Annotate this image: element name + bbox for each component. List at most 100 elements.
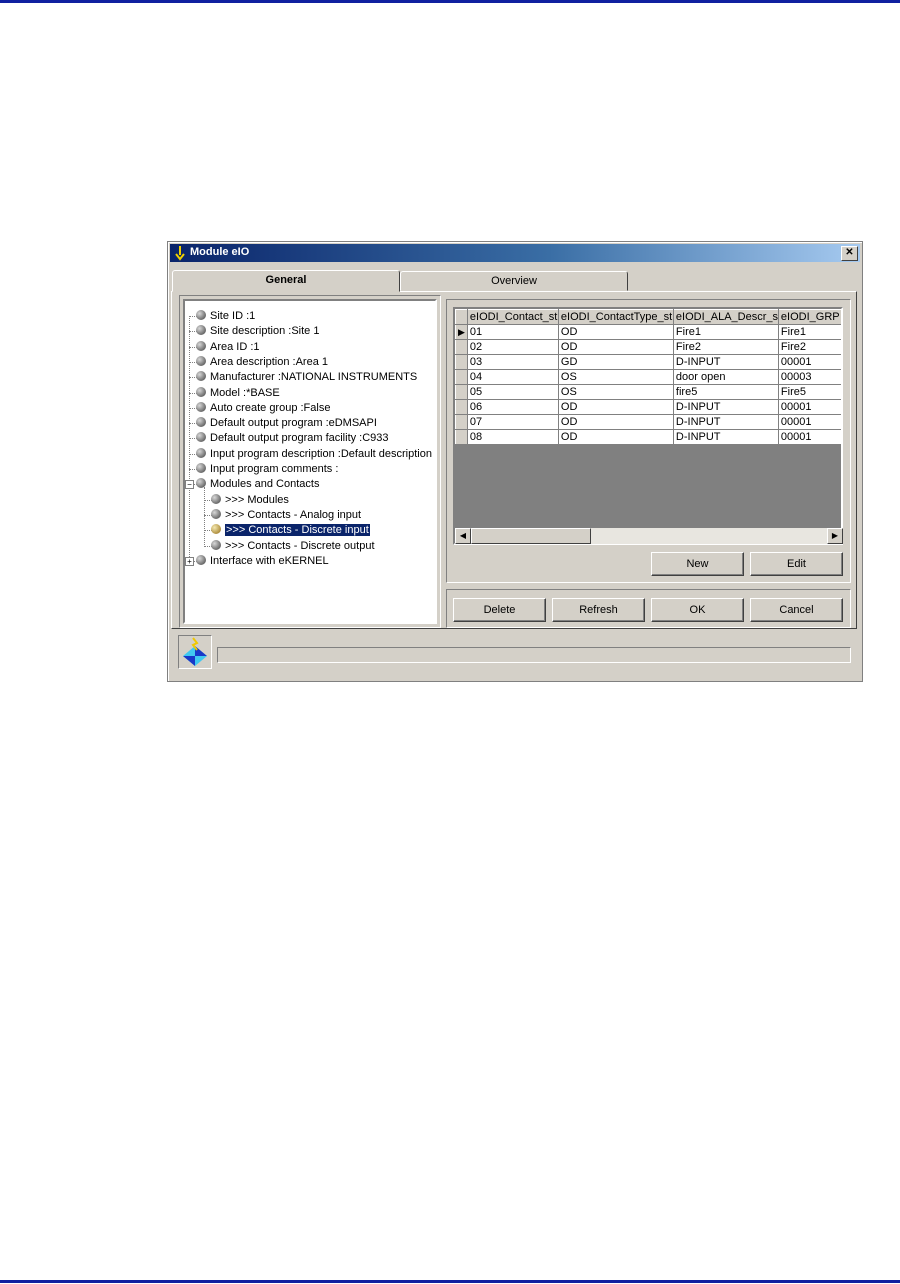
- node-bullet-icon: [196, 447, 206, 458]
- tab-general[interactable]: General: [172, 270, 400, 292]
- table-cell[interactable]: 01: [466, 324, 559, 340]
- table-row[interactable]: 07 OD D-INPUT 00001: [455, 414, 841, 430]
- tree-item[interactable]: Manufacturer :NATIONAL INSTRUMENTS: [196, 370, 417, 385]
- tab-overview[interactable]: Overview: [400, 271, 628, 291]
- table-cell[interactable]: OD: [557, 339, 674, 355]
- table-cell[interactable]: D-INPUT: [672, 414, 779, 430]
- current-row-indicator-icon[interactable]: ▶: [455, 324, 468, 340]
- tree-item[interactable]: Area description :Area 1: [196, 355, 328, 370]
- table-row[interactable]: ▶ 01 OD Fire1 Fire1: [455, 324, 841, 340]
- table-cell[interactable]: Fire2: [672, 339, 779, 355]
- collapse-icon[interactable]: −: [185, 480, 194, 490]
- tree-item[interactable]: Auto create group :False: [196, 401, 330, 416]
- node-bullet-icon: [196, 478, 206, 489]
- table-cell[interactable]: Fire2: [777, 339, 841, 355]
- table-cell[interactable]: OS: [557, 384, 674, 400]
- row-selector[interactable]: [455, 399, 468, 415]
- table-cell[interactable]: 00001: [777, 414, 841, 430]
- table-cell[interactable]: Fire5: [777, 384, 841, 400]
- table-row[interactable]: 04 OS door open 00003: [455, 369, 841, 385]
- table-cell[interactable]: 02: [466, 339, 559, 355]
- table-cell[interactable]: Fire1: [672, 324, 779, 340]
- tree-item[interactable]: Default output program :eDMSAPI: [196, 416, 377, 431]
- contacts-grid[interactable]: eIODI_Contact_str eIODI_ContactType_str …: [453, 307, 843, 545]
- table-cell[interactable]: 05: [466, 384, 559, 400]
- cancel-button[interactable]: Cancel: [750, 598, 843, 622]
- table-cell[interactable]: D-INPUT: [672, 354, 779, 370]
- tree-item[interactable]: >>> Contacts - Analog input: [211, 508, 361, 523]
- table-cell[interactable]: 08: [466, 429, 559, 445]
- column-header-grp[interactable]: eIODI_GRP: [777, 309, 841, 325]
- table-cell[interactable]: D-INPUT: [672, 399, 779, 415]
- row-selector[interactable]: [455, 429, 468, 445]
- tree-item-label: >>> Contacts - Analog input: [225, 508, 362, 521]
- tree-item-label: Area ID :1: [210, 340, 260, 353]
- row-selector[interactable]: [455, 384, 468, 400]
- table-cell[interactable]: 00001: [777, 399, 841, 415]
- grid-horizontal-scrollbar[interactable]: ◀ ▶: [455, 528, 843, 544]
- tree-item[interactable]: Modules and Contacts: [196, 477, 319, 492]
- settings-tree[interactable]: Site ID :1 Site description :Site 1 Area I…: [183, 299, 437, 624]
- table-cell[interactable]: 00001: [777, 429, 841, 445]
- tree-item[interactable]: Input program description :Default descr…: [196, 447, 432, 462]
- table-cell[interactable]: D-INPUT: [672, 429, 779, 445]
- table-cell[interactable]: 07: [466, 414, 559, 430]
- row-selector[interactable]: [455, 369, 468, 385]
- table-cell[interactable]: 06: [466, 399, 559, 415]
- tree-item[interactable]: Area ID :1: [196, 340, 260, 355]
- table-row[interactable]: 02 OD Fire2 Fire2: [455, 339, 841, 355]
- title-bar[interactable]: Module eIO ✕: [170, 244, 860, 262]
- table-cell[interactable]: 04: [466, 369, 559, 385]
- edit-button[interactable]: Edit: [750, 552, 843, 576]
- table-cell[interactable]: GD: [557, 354, 674, 370]
- row-selector[interactable]: [455, 354, 468, 370]
- node-bullet-icon: [196, 554, 206, 565]
- tree-item-label: Model :*BASE: [210, 386, 280, 399]
- row-selector[interactable]: [455, 339, 468, 355]
- tree-item[interactable]: Model :*BASE: [196, 386, 280, 401]
- table-cell[interactable]: OD: [557, 414, 674, 430]
- table-cell[interactable]: 00003: [777, 369, 841, 385]
- table-cell[interactable]: 00001: [777, 354, 841, 370]
- tree-item[interactable]: >>> Contacts - Discrete output: [211, 539, 375, 554]
- ok-button[interactable]: OK: [651, 598, 744, 622]
- status-logo-icon: [178, 635, 212, 669]
- tree-item[interactable]: >>> Contacts - Discrete input: [211, 523, 371, 538]
- tree-item[interactable]: Default output program facility :C933: [196, 431, 389, 446]
- refresh-button[interactable]: Refresh: [552, 598, 645, 622]
- tree-item[interactable]: >>> Modules: [211, 493, 289, 508]
- row-selector[interactable]: [455, 414, 468, 430]
- table-cell[interactable]: OD: [557, 324, 674, 340]
- table-cell[interactable]: OD: [557, 429, 674, 445]
- tree-item-label: Modules and Contacts: [210, 478, 320, 491]
- table-row[interactable]: 08 OD D-INPUT 00001: [455, 429, 841, 445]
- node-bullet-icon: [196, 386, 206, 397]
- tree-item-label: Default output program facility :C933: [210, 432, 389, 445]
- tree-item[interactable]: Site description :Site 1: [196, 324, 319, 339]
- tree-item[interactable]: Site ID :1: [196, 309, 255, 324]
- table-cell[interactable]: 03: [466, 354, 559, 370]
- scroll-left-arrow-icon[interactable]: ◀: [455, 528, 471, 544]
- table-cell[interactable]: fire5: [672, 384, 779, 400]
- close-button[interactable]: ✕: [841, 246, 858, 261]
- tree-item[interactable]: Interface with eKERNEL: [196, 554, 329, 569]
- column-header-contact-type[interactable]: eIODI_ContactType_str: [557, 309, 674, 325]
- delete-button[interactable]: Delete: [453, 598, 546, 622]
- table-row[interactable]: 05 OS fire5 Fire5: [455, 384, 841, 400]
- tree-item[interactable]: Input program comments :: [196, 462, 338, 477]
- table-cell[interactable]: Fire1: [777, 324, 841, 340]
- column-header-ala-descr[interactable]: eIODI_ALA_Descr_st: [672, 309, 779, 325]
- table-cell[interactable]: OD: [557, 399, 674, 415]
- scroll-right-arrow-icon[interactable]: ▶: [827, 528, 843, 544]
- table-row[interactable]: 03 GD D-INPUT 00001: [455, 354, 841, 370]
- scroll-thumb[interactable]: [471, 528, 591, 544]
- table-row[interactable]: 06 OD D-INPUT 00001: [455, 399, 841, 415]
- status-bar: [217, 647, 851, 663]
- node-bullet-icon: [211, 539, 221, 550]
- window-title: Module eIO: [190, 246, 250, 258]
- table-cell[interactable]: OS: [557, 369, 674, 385]
- column-header-contact[interactable]: eIODI_Contact_str: [466, 309, 559, 325]
- table-cell[interactable]: door open: [672, 369, 779, 385]
- expand-icon[interactable]: +: [185, 556, 194, 566]
- new-button[interactable]: New: [651, 552, 744, 576]
